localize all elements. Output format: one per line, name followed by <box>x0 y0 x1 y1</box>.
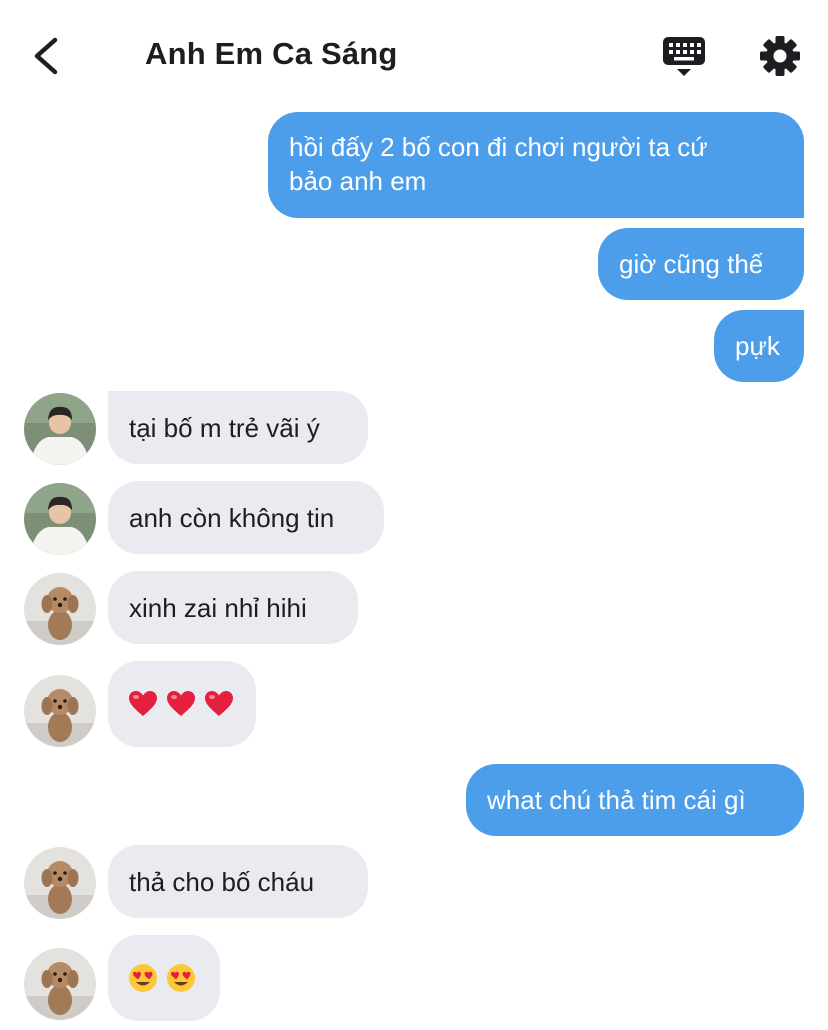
incoming-message[interactable]: tại bố m trẻ vãi ý <box>108 391 368 464</box>
avatar[interactable] <box>24 573 96 645</box>
red-heart-icon <box>205 691 233 716</box>
avatar[interactable] <box>24 675 96 747</box>
red-heart-icon <box>129 691 157 716</box>
message-text: what chú thả tim cái gì <box>487 785 746 815</box>
incoming-message[interactable]: xinh zai nhỉ hihi <box>108 571 358 644</box>
avatar-dog <box>24 675 96 747</box>
avatar-person <box>24 483 96 555</box>
message-text: giờ cũng thế <box>619 249 764 279</box>
avatar-person <box>24 393 96 465</box>
keyboard-icon <box>663 37 705 76</box>
chat-title: Anh Em Ca Sáng <box>145 36 398 71</box>
avatar-dog <box>24 948 96 1020</box>
avatar[interactable] <box>24 393 96 465</box>
keyboard-button[interactable] <box>660 34 708 80</box>
avatar[interactable] <box>24 483 96 555</box>
message-text: thả cho bố cháu <box>129 867 315 897</box>
message-line: hồi đấy 2 bố con đi chơi người ta cứ <box>289 132 708 162</box>
chevron-left-icon <box>34 37 58 75</box>
incoming-message[interactable] <box>108 935 220 1021</box>
back-button[interactable] <box>26 34 66 78</box>
message-text: xinh zai nhỉ hihi <box>129 593 307 623</box>
incoming-message[interactable]: thả cho bố cháu <box>108 845 368 918</box>
incoming-message[interactable] <box>108 661 256 747</box>
heart-eyes-face-icon <box>129 964 157 992</box>
gear-icon <box>760 36 800 76</box>
incoming-message[interactable]: anh còn không tin <box>108 481 384 554</box>
message-line: bảo anh em <box>289 166 427 196</box>
outgoing-message[interactable]: giờ cũng thế <box>598 228 804 300</box>
avatar-dog <box>24 847 96 919</box>
emoji-row <box>128 935 220 1021</box>
outgoing-message[interactable]: pựk <box>714 310 804 382</box>
avatar-dog <box>24 573 96 645</box>
message-text: anh còn không tin <box>129 503 335 533</box>
outgoing-message[interactable]: what chú thả tim cái gì <box>466 764 804 836</box>
avatar[interactable] <box>24 847 96 919</box>
message-text: tại bố m trẻ vãi ý <box>129 413 320 443</box>
outgoing-message[interactable]: hồi đấy 2 bố con đi chơi người ta cứ bảo… <box>268 112 804 218</box>
message-text: pựk <box>735 331 780 361</box>
red-heart-icon <box>167 691 195 716</box>
heart-eyes-face-icon <box>167 964 195 992</box>
chat-header: Anh Em Ca Sáng <box>0 0 828 100</box>
emoji-row <box>128 661 256 747</box>
avatar[interactable] <box>24 948 96 1020</box>
settings-button[interactable] <box>758 34 802 78</box>
